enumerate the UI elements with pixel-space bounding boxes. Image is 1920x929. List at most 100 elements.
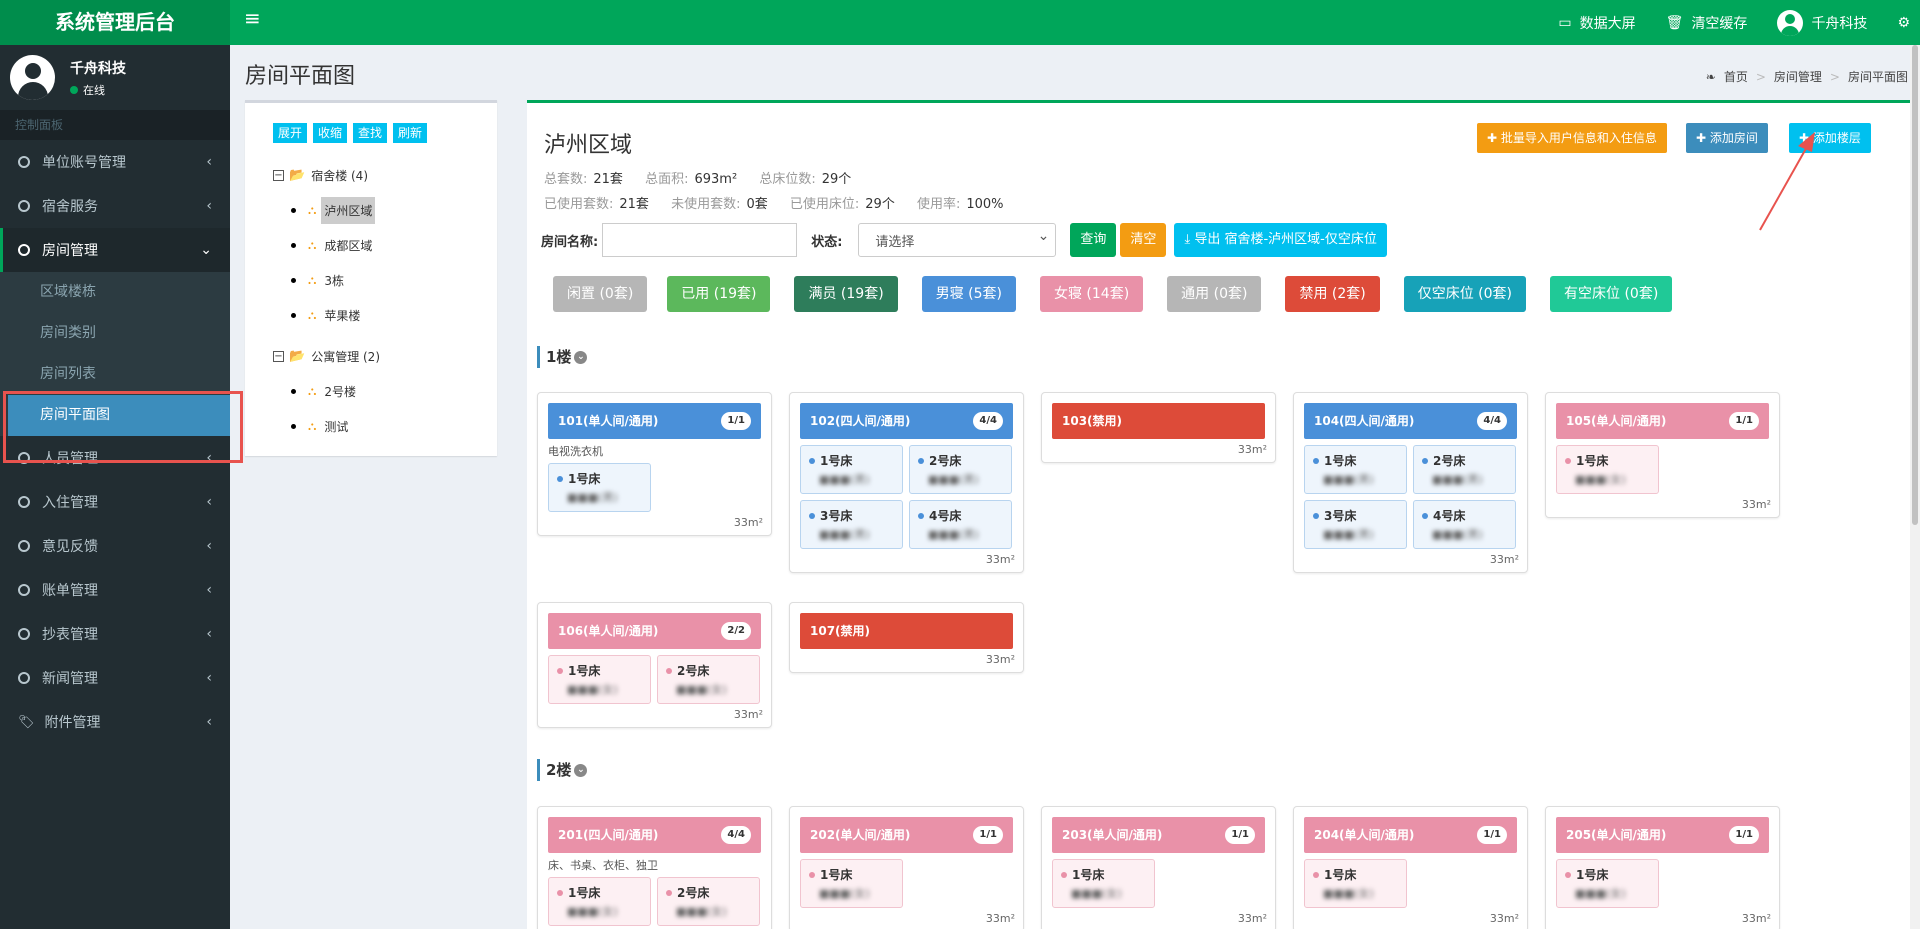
- filter-button[interactable]: 仅空床位 (0套): [1403, 276, 1527, 312]
- bed-slot[interactable]: 4号床 ■■■(男): [909, 500, 1012, 549]
- expand-button[interactable]: 展开: [273, 123, 308, 143]
- bed-slot[interactable]: 1号床 ■■■(女): [548, 655, 651, 704]
- bed-slot[interactable]: 2号床 ■■■(男): [909, 445, 1012, 494]
- user-menu[interactable]: 千舟科技: [1777, 9, 1867, 36]
- status-select[interactable]: 请选择: [858, 223, 1057, 257]
- room-card[interactable]: 101(单人间/通用) 1/1 电视洗衣机 1号床 ■■■(男) 33m²: [537, 392, 772, 536]
- room-header[interactable]: 106(单人间/通用) 2/2: [548, 613, 761, 649]
- sidebar-item-news[interactable]: 新闻管理 ‹: [0, 656, 230, 700]
- sidebar-item-personnel[interactable]: 人员管理 ‹: [0, 436, 230, 480]
- page-scrollbar[interactable]: [1910, 45, 1920, 929]
- refresh-button[interactable]: 刷新: [393, 123, 428, 143]
- sidebar-item-attachments[interactable]: 🏷 附件管理 ‹: [0, 700, 230, 744]
- bed-slot[interactable]: 1号床 ■■■(女): [1304, 859, 1407, 908]
- breadcrumb-home[interactable]: 首页: [1724, 68, 1748, 85]
- floor-title[interactable]: 1楼 ⌄: [537, 346, 588, 368]
- bed-slot[interactable]: 1号床 ■■■(男): [1304, 445, 1407, 494]
- add-room-button[interactable]: ✚ 添加房间: [1686, 123, 1768, 153]
- sidebar-item-unit-accounts[interactable]: 单位账号管理 ‹: [0, 140, 230, 184]
- room-header[interactable]: 105(单人间/通用) 1/1: [1556, 403, 1769, 439]
- hamburger-icon[interactable]: ≡: [244, 8, 261, 28]
- app-logo[interactable]: 系统管理后台: [0, 0, 230, 45]
- bed-slot[interactable]: 3号床 ■■■(男): [1304, 500, 1407, 549]
- room-card[interactable]: 104(四人间/通用) 4/4 1号床 ■■■(男) 2号床 ■■■(男) 3号床 ■■■(男…: [1293, 392, 1528, 573]
- room-card[interactable]: 202(单人间/通用) 1/1 1号床 ■■■(女) 33m²: [789, 806, 1024, 929]
- minus-box-icon[interactable]: −: [273, 351, 284, 362]
- sidebar-item-dorm-service[interactable]: 宿舍服务 ‹: [0, 184, 230, 228]
- tree-node-chengdu[interactable]: ⛬ 成都区域: [273, 228, 380, 263]
- bed-slot[interactable]: 1号床 ■■■(女): [548, 877, 651, 926]
- tree-group-apartment[interactable]: − 📂 公寓管理 (2): [273, 339, 380, 374]
- sidebar-subitem-room-list[interactable]: 房间列表: [0, 354, 230, 395]
- tree-node-test[interactable]: ⛬ 测试: [273, 409, 380, 444]
- sidebar-subitem-room-types[interactable]: 房间类别: [0, 313, 230, 354]
- room-card[interactable]: 203(单人间/通用) 1/1 1号床 ■■■(女) 33m²: [1041, 806, 1276, 929]
- room-header[interactable]: 203(单人间/通用) 1/1: [1052, 817, 1265, 853]
- clear-cache-link[interactable]: 🗑 清空缓存: [1666, 13, 1748, 33]
- room-card[interactable]: 107(禁用) 33m²: [789, 602, 1024, 673]
- chevron-down-icon[interactable]: ⌄: [574, 350, 588, 364]
- collapse-button[interactable]: 收缩: [313, 123, 348, 143]
- bed-slot[interactable]: 2号床 ■■■(男): [1413, 445, 1516, 494]
- bed-slot[interactable]: 2号床 ■■■(女): [657, 655, 760, 704]
- sidebar-item-feedback[interactable]: 意见反馈 ‹: [0, 524, 230, 568]
- bed-slot[interactable]: 1号床 ■■■(女): [1052, 859, 1155, 908]
- add-floor-button[interactable]: ✚ 添加楼层: [1789, 123, 1871, 153]
- data-screen-link[interactable]: ▭ 数据大屏: [1558, 13, 1635, 33]
- sidebar-item-checkin[interactable]: 入住管理 ‹: [0, 480, 230, 524]
- clear-button[interactable]: 清空: [1120, 223, 1167, 257]
- sidebar-item-bills[interactable]: 账单管理 ‹: [0, 568, 230, 612]
- bed-slot[interactable]: 1号床 ■■■(女): [800, 859, 903, 908]
- bulk-import-button[interactable]: ✚ 批量导入用户信息和入住信息: [1477, 123, 1667, 153]
- scrollbar-thumb[interactable]: [1912, 45, 1918, 525]
- filter-button[interactable]: 通用 (0套): [1167, 276, 1262, 312]
- sidebar-item-room-management[interactable]: 房间管理 ⌄: [0, 228, 230, 272]
- export-button[interactable]: ⤓ 导出 宿舍楼-泸州区域-仅空床位: [1174, 223, 1387, 257]
- room-header[interactable]: 201(四人间/通用) 4/4: [548, 817, 761, 853]
- filter-button[interactable]: 男寝 (5套): [921, 276, 1016, 312]
- bed-slot[interactable]: 3号床 ■■■(男): [800, 500, 903, 549]
- sidebar-subitem-area-buildings[interactable]: 区域楼栋: [0, 272, 230, 313]
- room-header[interactable]: 102(四人间/通用) 4/4: [800, 403, 1013, 439]
- room-header[interactable]: 202(单人间/通用) 1/1: [800, 817, 1013, 853]
- room-header[interactable]: 204(单人间/通用) 1/1: [1304, 817, 1517, 853]
- room-card[interactable]: 103(禁用) 33m²: [1041, 392, 1276, 463]
- room-header[interactable]: 103(禁用): [1052, 403, 1265, 439]
- room-card[interactable]: 105(单人间/通用) 1/1 1号床 ■■■(女) 33m²: [1545, 392, 1780, 518]
- sidebar-subitem-room-floorplan[interactable]: 房间平面图: [8, 395, 230, 436]
- bed-slot[interactable]: 1号床 ■■■(女): [1556, 859, 1659, 908]
- bed-slot[interactable]: 1号床 ■■■(男): [800, 445, 903, 494]
- tree-node-apple[interactable]: ⛬ 苹果楼: [273, 298, 380, 333]
- sidebar-item-meter[interactable]: 抄表管理 ‹: [0, 612, 230, 656]
- find-button[interactable]: 查找: [353, 123, 388, 143]
- floor-title[interactable]: 2楼 ⌄: [537, 759, 588, 781]
- filter-button[interactable]: 闲置 (0套): [553, 276, 648, 312]
- bed-slot[interactable]: 1号床 ■■■(女): [1556, 445, 1659, 494]
- room-header[interactable]: 101(单人间/通用) 1/1: [548, 403, 761, 439]
- tree-node-building2[interactable]: ⛬ 2号楼: [273, 374, 380, 409]
- gears-icon[interactable]: ⚙: [1897, 15, 1910, 31]
- filter-button[interactable]: 女寝 (14套): [1039, 276, 1144, 312]
- room-header[interactable]: 104(四人间/通用) 4/4: [1304, 403, 1517, 439]
- filter-button[interactable]: 禁用 (2套): [1285, 276, 1380, 312]
- room-card[interactable]: 205(单人间/通用) 1/1 1号床 ■■■(女) 33m²: [1545, 806, 1780, 929]
- room-name-input[interactable]: [602, 223, 798, 257]
- tree-group-dormitory[interactable]: − 📂 宿舍楼 (4): [273, 158, 380, 193]
- room-header[interactable]: 107(禁用): [800, 613, 1013, 649]
- filter-button[interactable]: 满员 (19套): [794, 276, 898, 312]
- room-card[interactable]: 102(四人间/通用) 4/4 1号床 ■■■(男) 2号床 ■■■(男) 3号床 ■■■(男…: [789, 392, 1024, 573]
- query-button[interactable]: 查询: [1070, 223, 1117, 257]
- room-card[interactable]: 106(单人间/通用) 2/2 1号床 ■■■(女) 2号床 ■■■(女) 33m²: [537, 602, 772, 728]
- tree-node-building3[interactable]: ⛬ 3栋: [273, 263, 380, 298]
- breadcrumb-room-management[interactable]: 房间管理: [1774, 68, 1822, 85]
- room-card[interactable]: 204(单人间/通用) 1/1 1号床 ■■■(女) 33m²: [1293, 806, 1528, 929]
- bed-slot[interactable]: 4号床 ■■■(男): [1413, 500, 1516, 549]
- filter-button[interactable]: 已用 (19套): [667, 276, 771, 312]
- tree-node-luzhou[interactable]: ⛬ 泸州区域: [273, 193, 380, 228]
- bed-slot[interactable]: 1号床 ■■■(男): [548, 463, 651, 512]
- filter-button[interactable]: 有空床位 (0套): [1550, 276, 1673, 312]
- chevron-down-icon[interactable]: ⌄: [574, 763, 588, 777]
- bed-slot[interactable]: 2号床 ■■■(女): [657, 877, 760, 926]
- room-card[interactable]: 201(四人间/通用) 4/4 床、书桌、衣柜、独卫 1号床 ■■■(女) 2号床 ■■■(…: [537, 806, 772, 929]
- minus-box-icon[interactable]: −: [273, 170, 284, 181]
